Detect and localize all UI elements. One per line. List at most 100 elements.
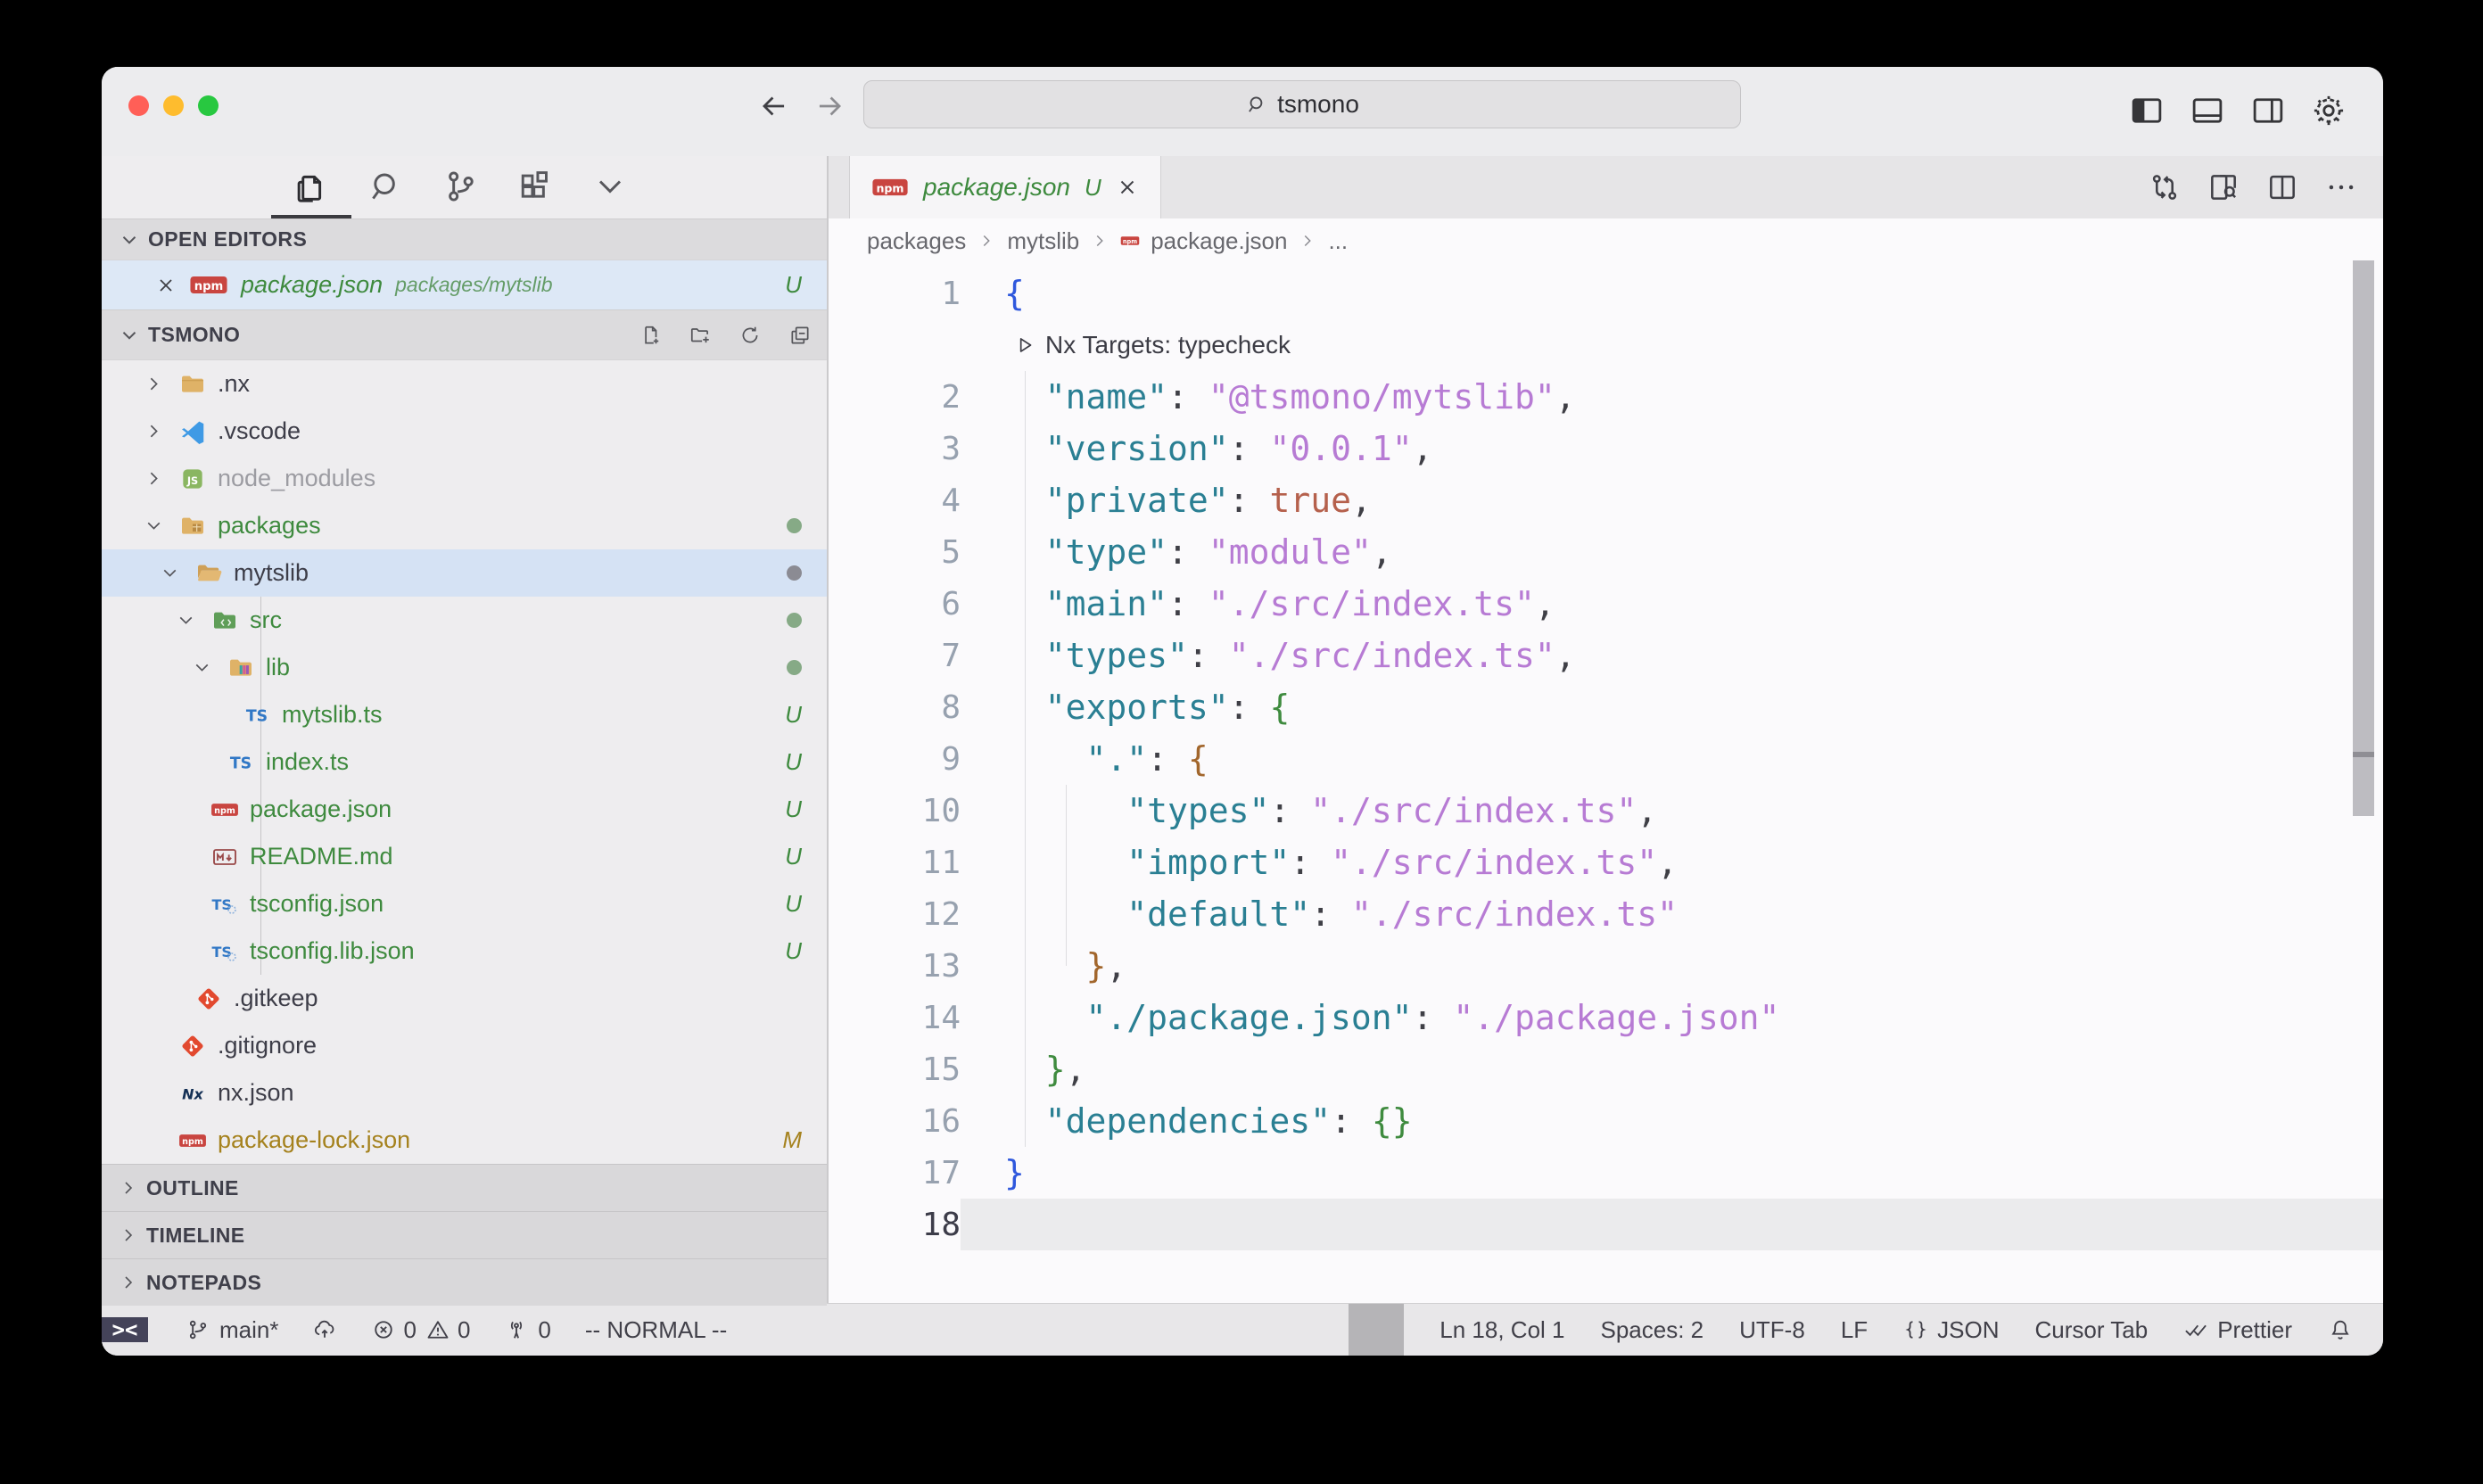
language-mode[interactable]: JSON <box>1903 1316 1999 1344</box>
activity-extensions-icon[interactable] <box>516 167 557 208</box>
formatter[interactable]: Prettier <box>2183 1316 2292 1344</box>
explorer-section-header[interactable]: TSMONO <box>102 309 827 360</box>
code-line-12[interactable]: 12 "default": "./src/index.ts" <box>829 888 2383 940</box>
layout-panel-icon[interactable] <box>2189 92 2226 129</box>
tree-item-mytslib[interactable]: mytslib <box>102 549 827 597</box>
activity-search-icon[interactable] <box>366 167 407 208</box>
section-outline[interactable]: OUTLINE <box>102 1164 827 1211</box>
codelens-label[interactable]: Nx Targets: typecheck <box>1045 331 1291 359</box>
tree-item-package-lock-json[interactable]: npmpackage-lock.jsonM <box>102 1117 827 1164</box>
code-line-6[interactable]: 6 "main": "./src/index.ts", <box>829 578 2383 630</box>
new-file-button[interactable] <box>636 321 664 350</box>
diff-button[interactable] <box>2148 170 2182 204</box>
tree-item--nx[interactable]: .nx <box>102 360 827 408</box>
code-line-18[interactable]: 18 <box>829 1199 2383 1250</box>
remote-indicator[interactable]: >< <box>102 1317 148 1342</box>
code-line-17[interactable]: 17} <box>829 1147 2383 1199</box>
eol[interactable]: LF <box>1841 1316 1868 1344</box>
open-editor-item[interactable]: npm package.json packages/mytslib U <box>102 260 827 309</box>
tree-item--vscode[interactable]: .vscode <box>102 408 827 455</box>
section-timeline[interactable]: TIMELINE <box>102 1211 827 1258</box>
tree-item--gitkeep[interactable]: .gitkeep <box>102 975 827 1022</box>
cursor-tab[interactable]: Cursor Tab <box>2035 1316 2149 1344</box>
breadcrumb-item[interactable]: package.json <box>1151 227 1287 255</box>
folder-pkg-icon <box>178 512 218 540</box>
tree-item-node-modules[interactable]: JSnode_modules <box>102 455 827 502</box>
tree-item-readme-md[interactable]: README.mdU <box>102 833 827 880</box>
code-line-14[interactable]: 14 "./package.json": "./package.json" <box>829 992 2383 1043</box>
tree-item-mytslib-ts[interactable]: TSmytslib.tsU <box>102 691 827 738</box>
tree-item-tsconfig-json[interactable]: TStsconfig.jsonU <box>102 880 827 928</box>
code-text: "main": "./src/index.ts", <box>961 578 2383 630</box>
close-icon[interactable] <box>155 275 177 296</box>
more-button[interactable] <box>2324 170 2358 204</box>
activity-source-control-icon[interactable] <box>441 167 482 208</box>
breadcrumb-item[interactable]: ... <box>1328 227 1348 255</box>
code-line-10[interactable]: 10 "types": "./src/index.ts", <box>829 785 2383 837</box>
back-button[interactable] <box>755 87 794 127</box>
close-icon[interactable] <box>1116 176 1139 199</box>
code-text: "./package.json": "./package.json" <box>961 992 2383 1043</box>
sync[interactable] <box>312 1317 337 1342</box>
encoding[interactable]: UTF-8 <box>1739 1316 1805 1344</box>
notifications[interactable] <box>2328 1317 2353 1342</box>
code-line-7[interactable]: 7 "types": "./src/index.ts", <box>829 630 2383 681</box>
code-line-13[interactable]: 13 }, <box>829 940 2383 992</box>
chevron-down-icon[interactable] <box>143 515 178 537</box>
chevron-right-icon[interactable] <box>143 373 178 395</box>
code-line-9[interactable]: 9 ".": { <box>829 733 2383 785</box>
section-notepads[interactable]: NOTEPADS <box>102 1258 827 1306</box>
new-folder-button[interactable] <box>686 321 714 350</box>
activity-chevron-down-icon[interactable] <box>590 167 631 208</box>
code-line-5[interactable]: 5 "type": "module", <box>829 526 2383 578</box>
layout-sidebar-right-icon[interactable] <box>2249 92 2287 129</box>
refresh-button[interactable] <box>736 321 764 350</box>
activity-files-icon[interactable] <box>291 167 332 208</box>
git-branch[interactable]: main* <box>186 1316 278 1344</box>
chevron-down-icon[interactable] <box>191 656 227 679</box>
ports[interactable]: 0 <box>504 1316 550 1344</box>
code-line-1[interactable]: 1{ <box>829 268 2383 319</box>
collapse-all-button[interactable] <box>786 321 814 350</box>
zoom-button[interactable] <box>1349 1304 1404 1356</box>
open-editors-header[interactable]: OPEN EDITORS <box>102 218 827 260</box>
preview-button[interactable] <box>2207 170 2240 204</box>
breadcrumb-item[interactable]: mytslib <box>1007 227 1079 255</box>
tree-item-index-ts[interactable]: TSindex.tsU <box>102 738 827 786</box>
command-center-search[interactable]: tsmono <box>863 80 1741 128</box>
chevron-right-icon[interactable] <box>143 420 178 442</box>
forward-button[interactable] <box>810 87 849 127</box>
code-line-4[interactable]: 4 "private": true, <box>829 474 2383 526</box>
layout-sidebar-left-icon[interactable] <box>2128 92 2165 129</box>
code-line-2[interactable]: 2 "name": "@tsmono/mytslib", <box>829 371 2383 423</box>
cursor-position[interactable]: Ln 18, Col 1 <box>1439 1316 1564 1344</box>
indentation[interactable]: Spaces: 2 <box>1601 1316 1704 1344</box>
codelens-row[interactable]: Nx Targets: typecheck <box>829 319 2383 371</box>
maximize-window-button[interactable] <box>198 95 219 116</box>
tree-item--gitignore[interactable]: .gitignore <box>102 1022 827 1069</box>
chevron-right-icon[interactable] <box>143 467 178 490</box>
vim-mode[interactable]: -- NORMAL -- <box>585 1316 727 1344</box>
minimize-window-button[interactable] <box>163 95 184 116</box>
code-line-8[interactable]: 8 "exports": { <box>829 681 2383 733</box>
code-line-3[interactable]: 3 "version": "0.0.1", <box>829 423 2383 474</box>
tab-package-json[interactable]: npm package.json U <box>849 156 1161 218</box>
close-window-button[interactable] <box>128 95 149 116</box>
gear-icon[interactable] <box>2310 92 2347 129</box>
tree-item-nx-json[interactable]: Nxnx.json <box>102 1069 827 1117</box>
code-line-15[interactable]: 15 }, <box>829 1043 2383 1095</box>
problems[interactable]: 00 <box>371 1316 470 1344</box>
scrollbar-thumb[interactable] <box>2353 260 2374 816</box>
tree-item-src[interactable]: src <box>102 597 827 644</box>
split-button[interactable] <box>2265 170 2299 204</box>
tree-item-lib[interactable]: lib <box>102 644 827 691</box>
tree-item-tsconfig-lib-json[interactable]: TStsconfig.lib.jsonU <box>102 928 827 975</box>
code-line-11[interactable]: 11 "import": "./src/index.ts", <box>829 837 2383 888</box>
chevron-down-icon[interactable] <box>159 562 194 584</box>
breadcrumb-item[interactable]: packages <box>867 227 966 255</box>
chevron-down-icon[interactable] <box>175 609 210 631</box>
code-line-16[interactable]: 16 "dependencies": {} <box>829 1095 2383 1147</box>
code-area[interactable]: 1{ Nx Targets: typecheck 2 "name": "@tsmon… <box>829 263 2383 1303</box>
tree-item-packages[interactable]: packages <box>102 502 827 549</box>
tree-item-package-json[interactable]: npmpackage.jsonU <box>102 786 827 833</box>
